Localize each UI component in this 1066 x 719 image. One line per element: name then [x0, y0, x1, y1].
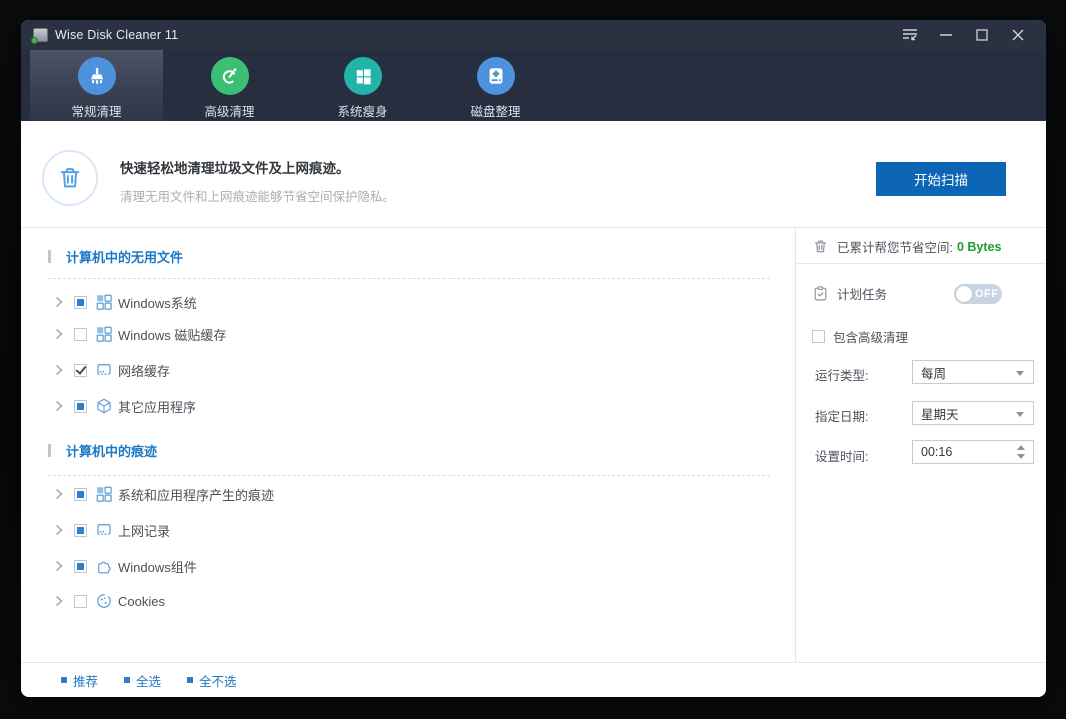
chevron-right-icon[interactable] — [53, 295, 65, 309]
chevron-right-icon[interactable] — [53, 559, 65, 573]
day-select[interactable]: 星期天 — [912, 401, 1034, 425]
select-none-link[interactable]: 全不选 — [187, 671, 237, 690]
schedule-row: 计划任务 — [812, 284, 887, 303]
chevron-down-icon — [1016, 371, 1024, 376]
start-scan-button[interactable]: 开始扫描 — [876, 162, 1006, 196]
chevron-down-icon — [1016, 412, 1024, 417]
recommend-link[interactable]: 推荐 — [61, 671, 98, 690]
app-logo-icon — [31, 28, 48, 44]
tab-label: 高级清理 — [204, 105, 255, 119]
disk-icon — [476, 57, 515, 95]
checkbox-indeterminate[interactable] — [74, 399, 87, 413]
time-value: 00:16 — [921, 445, 953, 459]
section-heading-traces: 计算机中的痕迹 — [48, 440, 157, 460]
list-item[interactable]: Cookies — [53, 591, 165, 611]
advanced-clean-row[interactable]: 包含高级清理 — [812, 327, 908, 346]
windows-icon — [343, 57, 382, 95]
windows-tiles-icon — [95, 325, 113, 343]
windows-tiles-icon — [95, 485, 113, 503]
checkbox-unchecked[interactable] — [74, 327, 87, 341]
section-separator — [48, 475, 770, 476]
bullet-icon — [61, 677, 67, 683]
time-spinner[interactable]: 00:16 — [912, 440, 1034, 464]
header-subtitle: 清理无用文件和上网痕迹能够节省空间保护隐私。 — [120, 190, 396, 204]
windows-tiles-icon — [95, 293, 113, 311]
list-item[interactable]: 上网记录 — [53, 520, 170, 540]
window-title: Wise Disk Cleaner 11 — [55, 28, 179, 42]
checkbox-unchecked[interactable] — [812, 330, 825, 343]
run-type-value: 每周 — [921, 366, 947, 381]
select-all-link[interactable]: 全选 — [124, 671, 161, 690]
run-type-select[interactable]: 每周 — [912, 360, 1034, 384]
tab-common-clean[interactable]: 常规清理 — [30, 50, 163, 121]
tab-label: 磁盘整理 — [470, 105, 521, 119]
footer-bar: 推荐 全选 全不选 — [21, 662, 1046, 697]
minimize-icon[interactable] — [928, 20, 964, 50]
panel-divider — [795, 228, 796, 662]
day-label: 指定日期: — [815, 410, 869, 424]
bullet-icon — [187, 677, 194, 683]
chevron-right-icon[interactable] — [53, 363, 65, 377]
toggle-knob — [956, 286, 972, 302]
run-type-label: 运行类型: — [815, 369, 869, 383]
chevron-right-icon[interactable] — [53, 487, 65, 501]
cube-icon — [95, 397, 113, 415]
app-window: Wise Disk Cleaner 11 常规清理 高级清理 系统瘦身 磁盘整理… — [21, 20, 1046, 697]
spin-down-icon[interactable] — [1017, 454, 1025, 459]
toggle-state: OFF — [975, 288, 999, 300]
chevron-right-icon[interactable] — [53, 327, 65, 341]
list-item[interactable]: Windows 磁贴缓存 — [53, 324, 226, 344]
trash-badge-icon — [42, 150, 98, 206]
list-item[interactable]: 系统和应用程序产生的痕迹 — [53, 484, 274, 504]
schedule-toggle[interactable]: OFF — [954, 284, 1002, 304]
bullet-icon — [124, 677, 131, 683]
checkbox-indeterminate[interactable] — [74, 523, 87, 537]
trash-icon — [812, 238, 829, 255]
saved-space-label: 已累计帮您节省空间: — [837, 241, 953, 255]
maximize-icon[interactable] — [964, 20, 1000, 50]
title-bar[interactable]: Wise Disk Cleaner 11 — [21, 20, 1046, 50]
main-nav: 常规清理 高级清理 系统瘦身 磁盘整理 — [21, 50, 1046, 121]
tab-disk-defrag[interactable]: 磁盘整理 — [429, 50, 562, 121]
list-item[interactable]: Windows组件 — [53, 556, 197, 576]
section-heading-junk-files: 计算机中的无用文件 — [48, 246, 183, 266]
heading-bar — [48, 443, 51, 457]
chevron-right-icon[interactable] — [53, 399, 65, 413]
checkbox-indeterminate[interactable] — [74, 295, 87, 309]
cookie-icon — [95, 592, 113, 610]
saved-space-row: 已累计帮您节省空间: 0 Bytes — [812, 237, 1001, 256]
menu-icon[interactable] — [892, 20, 928, 50]
chevron-right-icon[interactable] — [53, 594, 65, 608]
gauge-icon — [210, 57, 249, 95]
close-icon[interactable] — [1000, 20, 1036, 50]
list-item[interactable]: Windows系统 — [53, 292, 197, 312]
browser-cache-icon — [95, 361, 113, 379]
tab-label: 常规清理 — [71, 105, 122, 119]
time-label: 设置时间: — [815, 450, 869, 464]
heading-bar — [48, 249, 51, 263]
clipboard-check-icon — [812, 285, 829, 302]
window-controls — [892, 20, 1036, 50]
advanced-clean-label: 包含高级清理 — [833, 331, 909, 345]
checkbox-unchecked[interactable] — [74, 594, 87, 608]
checkbox-indeterminate[interactable] — [74, 559, 87, 573]
section-separator — [48, 278, 770, 279]
checkbox-checked[interactable] — [74, 363, 87, 377]
saved-space-value: 0 Bytes — [956, 239, 1002, 254]
list-item[interactable]: 其它应用程序 — [53, 396, 196, 416]
header-title: 快速轻松地清理垃圾文件及上网痕迹。 — [120, 161, 350, 176]
tab-label: 系统瘦身 — [337, 105, 388, 119]
schedule-label: 计划任务 — [837, 288, 888, 302]
spin-up-icon[interactable] — [1017, 445, 1025, 450]
right-panel-divider — [795, 263, 1046, 264]
browser-cache-icon — [95, 521, 113, 539]
chevron-right-icon[interactable] — [53, 523, 65, 537]
tab-system-slim[interactable]: 系统瘦身 — [296, 50, 429, 121]
tab-advanced-clean[interactable]: 高级清理 — [163, 50, 296, 121]
broom-icon — [77, 57, 116, 95]
list-item[interactable]: 网络缓存 — [53, 360, 170, 380]
puzzle-icon — [95, 557, 113, 575]
checkbox-indeterminate[interactable] — [74, 487, 87, 501]
day-value: 星期天 — [921, 407, 959, 422]
